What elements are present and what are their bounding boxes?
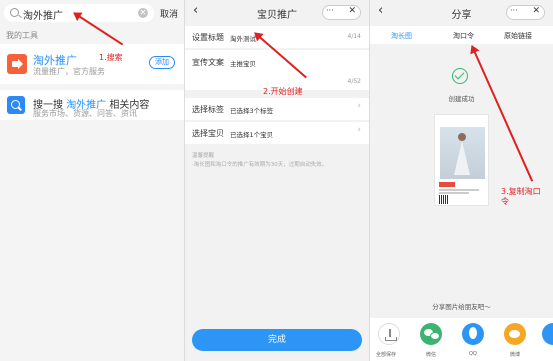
section-label: 我的工具 [6,31,38,40]
search-icon [7,96,25,114]
tags-value: 已选择3个标签 [230,107,274,115]
close-icon[interactable]: ✕ [348,6,356,16]
search-header: 淘外推广 ✕ 取消 [0,0,184,26]
items-value: 已选择1个宝贝 [230,131,274,139]
success-text: 创建成功 [448,95,475,103]
download-icon[interactable] [378,323,400,345]
copy-label: 宣传文案 [192,58,224,67]
capsule-menu[interactable]: ··· ✕ [506,5,545,20]
items-label: 选择宝贝 [192,129,224,138]
chevron-right-icon: › [357,101,361,111]
clear-icon[interactable]: ✕ [138,8,148,18]
search-value: 淘外推广 [23,11,63,22]
tags-label: 选择标签 [192,105,224,114]
share-label: 全部保存 [376,352,397,358]
more-icon[interactable]: ··· [326,6,334,15]
more-icon[interactable]: ··· [510,6,518,15]
product-image [440,127,485,179]
done-button[interactable]: 完成 [192,329,362,351]
copy-count: 4/52 [347,78,361,85]
tab-long-image[interactable]: 淘长图 [391,31,412,41]
nav-bar: ‹ 宝贝推广 ··· ✕ [185,0,369,26]
title-row[interactable]: 设置标题 淘外测试 4/14 [185,26,369,48]
chevron-right-icon: › [357,125,361,135]
tool-subtitle: 流量推广，官方服务 [33,67,105,76]
share-panel: ‹ 分享 ··· ✕ 淘长图 淘口令 原始链接 创建成功 分享图片给朋友吧～ 全… [370,0,553,361]
capsule-menu[interactable]: ··· ✕ [322,5,361,20]
qr-code [439,195,448,204]
tab-password[interactable]: 淘口令 [453,31,474,41]
cancel-button[interactable]: 取消 [160,7,178,20]
title-count: 4/14 [347,33,361,40]
annotation-step3-cont: 令 [501,197,509,206]
promotion-panel: ‹ 宝贝推广 ··· ✕ 设置标题 淘外测试 4/14 宣传文案 主推宝贝 4/… [185,0,369,361]
price-tag [439,182,455,187]
share-bar: 全部保存 微信 QQ 微博 [370,318,553,361]
search-more-item[interactable]: 搜一搜 淘外推广 相关内容 服务市场、货源、问答、资讯 [0,90,184,120]
share-tip: 分享图片给朋友吧～ [432,303,491,311]
qq-icon[interactable] [462,323,484,345]
annotation-step1: 1.搜索 [99,53,123,62]
wechat-icon[interactable] [420,323,442,345]
search-more-subtitle: 服务市场、货源、问答、资讯 [33,109,137,118]
megaphone-icon [7,54,27,74]
hint-text: ·淘长图和淘口令的推广有效期为30天，过期自动失效。 [192,162,328,168]
share-label: QQ [469,351,477,357]
add-button[interactable]: 添加 [149,56,175,69]
more-share-icon[interactable] [542,323,553,345]
nav-bar: ‹ 分享 ··· ✕ [370,0,553,26]
text-line [439,189,479,191]
text-line [439,192,469,194]
tool-result-item[interactable]: 淘外推广 流量推广，官方服务 添加 [0,44,184,84]
share-label: 微博 [510,352,521,358]
search-panel: 淘外推广 ✕ 取消 我的工具 淘外推广 流量推广，官方服务 添加 搜一搜 淘外推… [0,0,184,361]
title-label: 设置标题 [192,33,224,42]
search-icon [10,8,19,17]
hint-title: 温馨提醒 [192,153,215,159]
tags-row[interactable]: 选择标签 已选择3个标签 › [185,98,369,120]
weibo-icon[interactable] [504,323,526,345]
share-tabs: 淘长图 淘口令 原始链接 [370,26,553,44]
share-label: 微信 [426,352,437,358]
tab-original-link[interactable]: 原始链接 [504,31,532,41]
close-icon[interactable]: ✕ [532,6,540,16]
copy-row[interactable]: 宣传文案 主推宝贝 4/52 [185,50,369,90]
copy-field[interactable]: 主推宝贝 [230,58,256,68]
check-circle-icon [452,68,468,84]
share-preview-image [434,114,489,206]
items-row[interactable]: 选择宝贝 已选择1个宝贝 › [185,122,369,144]
annotation-step2: 2.开始创建 [263,87,303,96]
